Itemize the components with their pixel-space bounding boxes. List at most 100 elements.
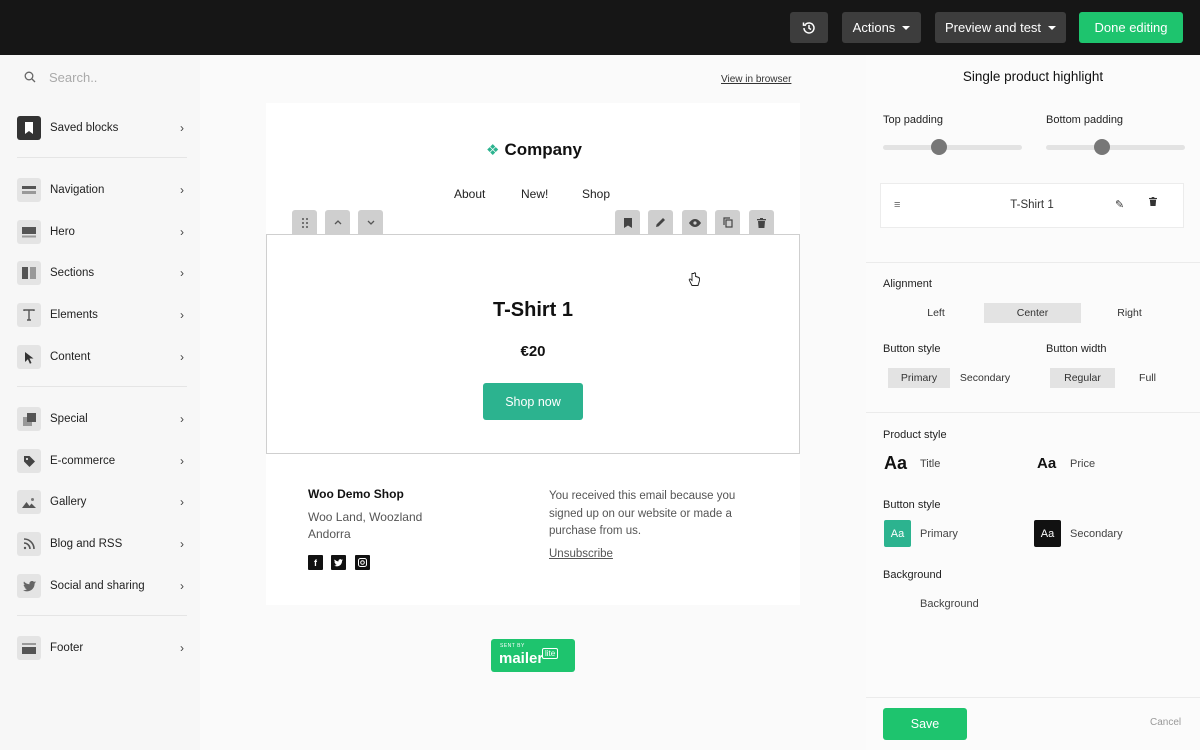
drag-handle-button[interactable] xyxy=(292,210,317,235)
search-icon xyxy=(24,71,36,83)
sidebar-item-hero[interactable]: Hero › xyxy=(17,219,187,245)
hide-block-button[interactable] xyxy=(682,210,707,235)
chevron-right-icon: › xyxy=(180,266,184,280)
actions-dropdown[interactable]: Actions xyxy=(842,12,921,43)
sidebar-item-label: Blog and RSS xyxy=(50,538,123,550)
footer-address: Woo Land, Woozland Andorra xyxy=(308,509,458,543)
chevron-up-icon xyxy=(334,220,341,225)
duplicate-block-button[interactable] xyxy=(715,210,740,235)
bottom-padding-slider-thumb[interactable] xyxy=(1093,139,1110,155)
email-nav-new[interactable]: New! xyxy=(521,187,548,201)
sidebar-item-label: Content xyxy=(50,351,91,363)
badge-lite: lite xyxy=(542,648,559,659)
delete-block-button[interactable] xyxy=(749,210,774,235)
button-width-full-option[interactable]: Full xyxy=(1115,368,1180,388)
twitter-icon[interactable] xyxy=(331,555,346,570)
preview-and-test-dropdown[interactable]: Preview and test xyxy=(935,12,1066,43)
sidebar-item-blog-and-rss[interactable]: Blog and RSS › xyxy=(17,531,187,557)
primary-style-label[interactable]: Primary xyxy=(920,528,958,540)
sidebar-item-saved-blocks[interactable]: Saved blocks › xyxy=(17,115,187,141)
pencil-icon[interactable]: ✎ xyxy=(1115,198,1124,211)
trash-icon[interactable] xyxy=(1149,197,1157,206)
instagram-icon[interactable] xyxy=(355,555,370,570)
title-style-label[interactable]: Title xyxy=(920,458,940,470)
badge-brand: mailer xyxy=(499,650,544,667)
address-line: Woo Land, Woozland xyxy=(308,510,423,524)
chevron-right-icon: › xyxy=(180,121,184,135)
price-style-label[interactable]: Price xyxy=(1070,458,1095,470)
sidebar-item-navigation[interactable]: Navigation › xyxy=(17,177,187,203)
product-highlight-block[interactable]: T-Shirt 1 €20 Shop now xyxy=(266,234,800,454)
actions-label: Actions xyxy=(852,20,896,35)
sidebar-item-elements[interactable]: Elements › xyxy=(17,302,187,328)
background-option[interactable]: Background xyxy=(920,598,979,610)
shop-now-button[interactable]: Shop now xyxy=(483,383,583,420)
primary-button-swatch[interactable]: Aa xyxy=(884,520,911,547)
price-font-swatch[interactable]: Aa xyxy=(1037,455,1056,472)
sidebar-item-sections[interactable]: Sections › xyxy=(17,260,187,286)
bottom-padding-slider[interactable] xyxy=(1046,145,1185,150)
chevron-down-icon xyxy=(367,220,374,225)
cursor-icon xyxy=(17,345,41,369)
bottom-padding-label: Bottom padding xyxy=(1046,114,1124,126)
history-button[interactable] xyxy=(790,12,828,43)
top-padding-slider-thumb[interactable] xyxy=(930,139,947,155)
facebook-icon[interactable]: f xyxy=(308,555,323,570)
save-button[interactable]: Save xyxy=(883,708,967,740)
alignment-segmented-control: Left Center Right xyxy=(888,303,1178,323)
chevron-right-icon: › xyxy=(180,537,184,551)
align-center-option[interactable]: Center xyxy=(984,303,1081,323)
company-logo[interactable]: ❖ Company xyxy=(486,140,582,160)
chevron-right-icon: › xyxy=(180,183,184,197)
rss-icon xyxy=(17,532,41,556)
chevron-right-icon: › xyxy=(180,308,184,322)
copy-icon xyxy=(722,217,733,228)
sidebar-item-gallery[interactable]: Gallery › xyxy=(17,489,187,515)
footer-note: You received this email because you sign… xyxy=(549,490,736,537)
sidebar-divider xyxy=(17,615,187,616)
product-price: €20 xyxy=(520,343,546,360)
sidebar-item-content[interactable]: Content › xyxy=(17,344,187,370)
edit-block-button[interactable] xyxy=(648,210,673,235)
align-left-option[interactable]: Left xyxy=(888,303,984,323)
bookmark-icon xyxy=(17,116,41,140)
button-style-primary-option[interactable]: Primary xyxy=(888,368,950,388)
sidebar-item-footer[interactable]: Footer › xyxy=(17,635,187,661)
top-padding-label: Top padding xyxy=(883,114,943,126)
twitter-icon xyxy=(17,574,41,598)
done-editing-button[interactable]: Done editing xyxy=(1079,12,1183,43)
image-icon xyxy=(17,490,41,514)
move-down-button[interactable] xyxy=(358,210,383,235)
drag-handle-icon xyxy=(301,217,308,228)
sidebar-item-label: Sections xyxy=(50,267,95,279)
pencil-icon xyxy=(656,218,665,227)
unsubscribe-link[interactable]: Unsubscribe xyxy=(549,548,613,560)
view-in-browser-link[interactable]: View in browser xyxy=(721,74,791,85)
button-width-segmented-control: Regular Full xyxy=(1050,368,1180,388)
cancel-link[interactable]: Cancel xyxy=(1150,717,1181,728)
mailerlite-badge[interactable]: SENT BY mailer lite xyxy=(491,639,575,672)
product-item-row[interactable]: ≡ T-Shirt 1 ✎ xyxy=(880,183,1184,228)
email-nav-shop[interactable]: Shop xyxy=(582,187,610,201)
secondary-style-label[interactable]: Secondary xyxy=(1070,528,1123,540)
email-nav-about[interactable]: About xyxy=(454,187,485,201)
save-block-button[interactable] xyxy=(615,210,640,235)
search-input[interactable] xyxy=(49,69,179,85)
logo-text: Company xyxy=(504,140,582,159)
sidebar-item-e-commerce[interactable]: E-commerce › xyxy=(17,448,187,474)
special-icon xyxy=(17,407,41,431)
product-title: T-Shirt 1 xyxy=(492,299,573,321)
button-width-label: Button width xyxy=(1046,343,1107,355)
chevron-right-icon: › xyxy=(180,350,184,364)
sidebar-item-label: Elements xyxy=(50,309,98,321)
sidebar-item-special[interactable]: Special › xyxy=(17,406,187,432)
button-style-secondary-option[interactable]: Secondary xyxy=(950,368,1020,388)
chevron-right-icon: › xyxy=(180,495,184,509)
align-right-option[interactable]: Right xyxy=(1081,303,1178,323)
top-padding-slider[interactable] xyxy=(883,145,1022,150)
title-font-swatch[interactable]: Aa xyxy=(884,453,907,474)
move-up-button[interactable] xyxy=(325,210,350,235)
secondary-button-swatch[interactable]: Aa xyxy=(1034,520,1061,547)
sidebar-item-social-and-sharing[interactable]: Social and sharing › xyxy=(17,573,187,599)
button-width-regular-option[interactable]: Regular xyxy=(1050,368,1115,388)
